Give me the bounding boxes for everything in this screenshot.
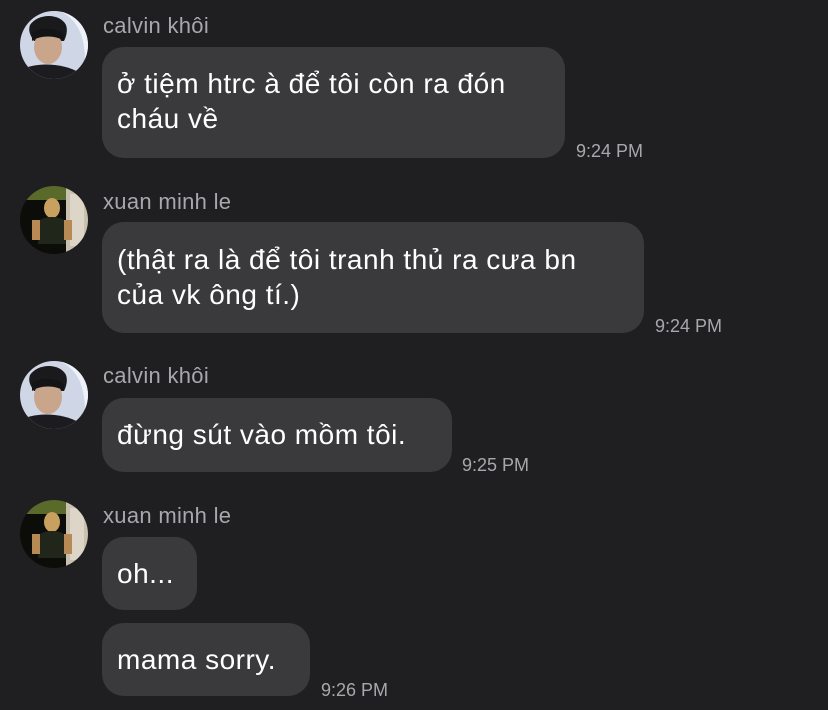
timestamp: 9:24 PM — [576, 141, 644, 161]
avatar[interactable] — [20, 186, 88, 254]
message-bubble[interactable]: mama sorry. — [102, 623, 310, 696]
sender-name: xuan minh le — [103, 503, 232, 528]
message-text: đừng sút vào mồm tôi. — [117, 419, 407, 450]
message-bubble[interactable]: (thật ra là để tôi tranh thủ ra cưa bn c… — [102, 222, 644, 333]
message-text: của vk ông tí.) — [117, 279, 301, 310]
timestamp: 9:26 PM — [321, 680, 389, 700]
avatar[interactable] — [20, 361, 88, 429]
timestamp: 9:24 PM — [655, 316, 723, 336]
xuan-avatar-icon — [20, 186, 88, 254]
avatar[interactable] — [20, 500, 88, 568]
calvin-avatar-icon — [20, 11, 88, 79]
message-text: cháu về — [117, 103, 219, 134]
message-text: oh... — [117, 558, 174, 589]
sender-name: calvin khôi — [103, 13, 210, 38]
message-text: mama sorry. — [117, 644, 276, 675]
sender-name: calvin khôi — [103, 363, 210, 388]
message-bubble[interactable]: đừng sút vào mồm tôi. — [102, 398, 452, 472]
sender-name: xuan minh le — [103, 189, 232, 214]
message-text: (thật ra là để tôi tranh thủ ra cưa bn — [117, 244, 577, 275]
timestamp: 9:25 PM — [462, 455, 530, 475]
message-bubble[interactable]: oh... — [102, 537, 197, 610]
avatar[interactable] — [20, 11, 88, 79]
message-bubble[interactable]: ở tiệm htrc à để tôi còn ra đón cháu về — [102, 47, 565, 158]
message-text: ở tiệm htrc à để tôi còn ra đón — [117, 68, 506, 99]
calvin-avatar-icon — [20, 361, 88, 429]
xuan-avatar-icon — [20, 500, 88, 568]
